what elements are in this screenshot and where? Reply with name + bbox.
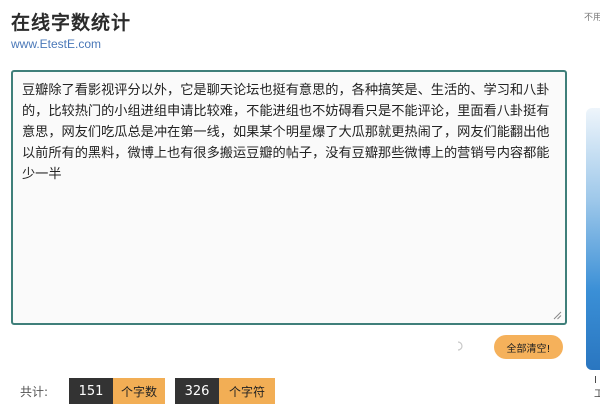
resize-handle-icon[interactable] [553, 311, 562, 320]
loading-spinner-icon [457, 341, 463, 351]
total-label: 共计: [20, 384, 49, 399]
char-count-box: 326 个字符 [175, 378, 275, 404]
editor-content: 豆瓣除了看影视评分以外，它是聊天论坛也挺有意思的，各种搞笑是、生活的、学习和八卦… [22, 83, 550, 182]
site-title: 在线字数统计 [11, 12, 132, 34]
right-note: 不用 [584, 13, 600, 23]
side-banner[interactable] [586, 108, 600, 370]
word-count-value: 151 [69, 378, 113, 404]
stats-bar: 共计: 151 个字数 326 个字符 [11, 378, 285, 404]
side-banner-text: I 工 [594, 375, 600, 400]
text-editor[interactable]: 豆瓣除了看影视评分以外，它是聊天论坛也挺有意思的，各种搞笑是、生活的、学习和八卦… [11, 70, 567, 325]
word-count-unit: 个字数 [113, 378, 165, 404]
site-url[interactable]: www.EtestE.com [11, 37, 101, 51]
word-count-box: 151 个字数 [69, 378, 165, 404]
char-count-unit: 个字符 [219, 378, 275, 404]
char-count-value: 326 [175, 378, 219, 404]
clear-all-button[interactable]: 全部清空! [494, 335, 563, 359]
